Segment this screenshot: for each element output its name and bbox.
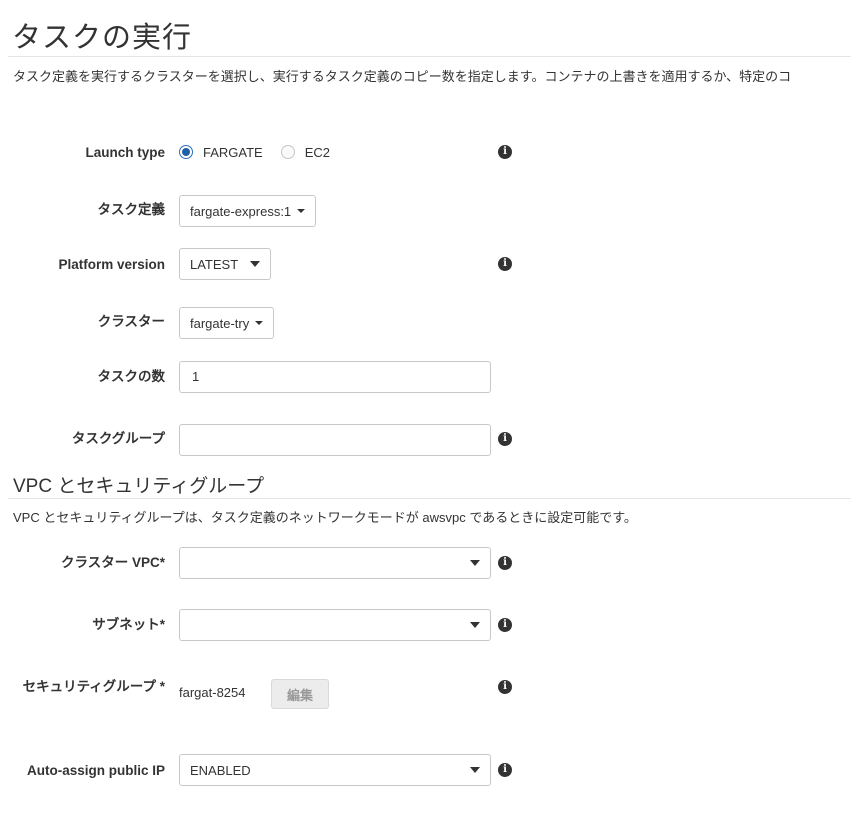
subnet-label: サブネット* bbox=[92, 617, 165, 632]
chevron-down-icon bbox=[470, 622, 480, 628]
cluster-dropdown[interactable]: fargate-try bbox=[179, 307, 275, 339]
auto-assign-ip-value: ENABLED bbox=[190, 762, 251, 778]
task-group-input[interactable] bbox=[179, 424, 491, 456]
edit-security-group-button[interactable]: 編集 bbox=[271, 679, 329, 709]
chevron-down-icon bbox=[255, 321, 264, 325]
vpc-section-description: VPC とセキュリティグループは、タスク定義のネットワークモードが awsvpc… bbox=[13, 510, 637, 525]
chevron-down-icon bbox=[297, 209, 306, 213]
task-count-input[interactable]: 1 bbox=[179, 361, 491, 393]
security-group-value: fargat-8254 bbox=[179, 685, 246, 700]
auto-assign-ip-label: Auto-assign public IP bbox=[26, 763, 165, 778]
page-title: タスクの実行 bbox=[12, 22, 193, 54]
launch-type-label: Launch type bbox=[85, 145, 165, 160]
task-group-info-icon[interactable]: i bbox=[498, 432, 512, 446]
ec2-radio-label[interactable]: EC2 bbox=[305, 145, 330, 160]
page-description: タスク定義を実行するクラスターを選択し、実行するタスク定義のコピー数を指定します… bbox=[13, 69, 792, 84]
task-definition-dropdown[interactable]: fargate-express:1 bbox=[179, 195, 317, 227]
chevron-down-icon bbox=[470, 560, 480, 566]
task-count-label: タスクの数 bbox=[97, 369, 166, 384]
cluster-vpc-label: クラスター VPC* bbox=[61, 555, 165, 570]
subnet-info-icon[interactable]: i bbox=[498, 618, 512, 632]
chevron-down-icon bbox=[250, 261, 261, 267]
auto-assign-ip-info-icon[interactable]: i bbox=[498, 763, 512, 777]
cluster-value: fargate-try bbox=[190, 315, 250, 331]
chevron-down-icon bbox=[470, 767, 480, 773]
security-group-label: セキュリティグループ * bbox=[22, 679, 165, 694]
cluster-label: クラスター bbox=[97, 314, 165, 329]
task-group-label: タスクグループ bbox=[71, 431, 165, 446]
platform-version-info-icon[interactable]: i bbox=[498, 257, 512, 271]
cluster-vpc-info-icon[interactable]: i bbox=[498, 556, 512, 570]
security-group-info-icon[interactable]: i bbox=[498, 680, 512, 694]
fargate-radio-label[interactable]: FARGATE bbox=[203, 145, 263, 160]
platform-version-value: LATEST bbox=[190, 256, 239, 272]
cluster-vpc-select[interactable] bbox=[179, 547, 491, 579]
section-divider bbox=[8, 498, 851, 499]
title-divider bbox=[8, 56, 851, 57]
launch-type-radio-group: FARGATE EC2 bbox=[179, 143, 348, 161]
ec2-radio[interactable] bbox=[280, 145, 295, 159]
platform-version-label: Platform version bbox=[58, 257, 165, 272]
task-definition-value: fargate-express:1 bbox=[190, 203, 292, 219]
task-definition-label: タスク定義 bbox=[97, 202, 166, 217]
platform-version-dropdown[interactable]: LATEST bbox=[179, 248, 272, 280]
launch-type-info-icon[interactable]: i bbox=[498, 145, 512, 159]
vpc-section-title: VPC とセキュリティグループ bbox=[13, 476, 265, 497]
auto-assign-ip-select[interactable]: ENABLED bbox=[179, 754, 491, 786]
fargate-radio[interactable] bbox=[179, 145, 193, 159]
subnet-select[interactable] bbox=[179, 609, 491, 641]
